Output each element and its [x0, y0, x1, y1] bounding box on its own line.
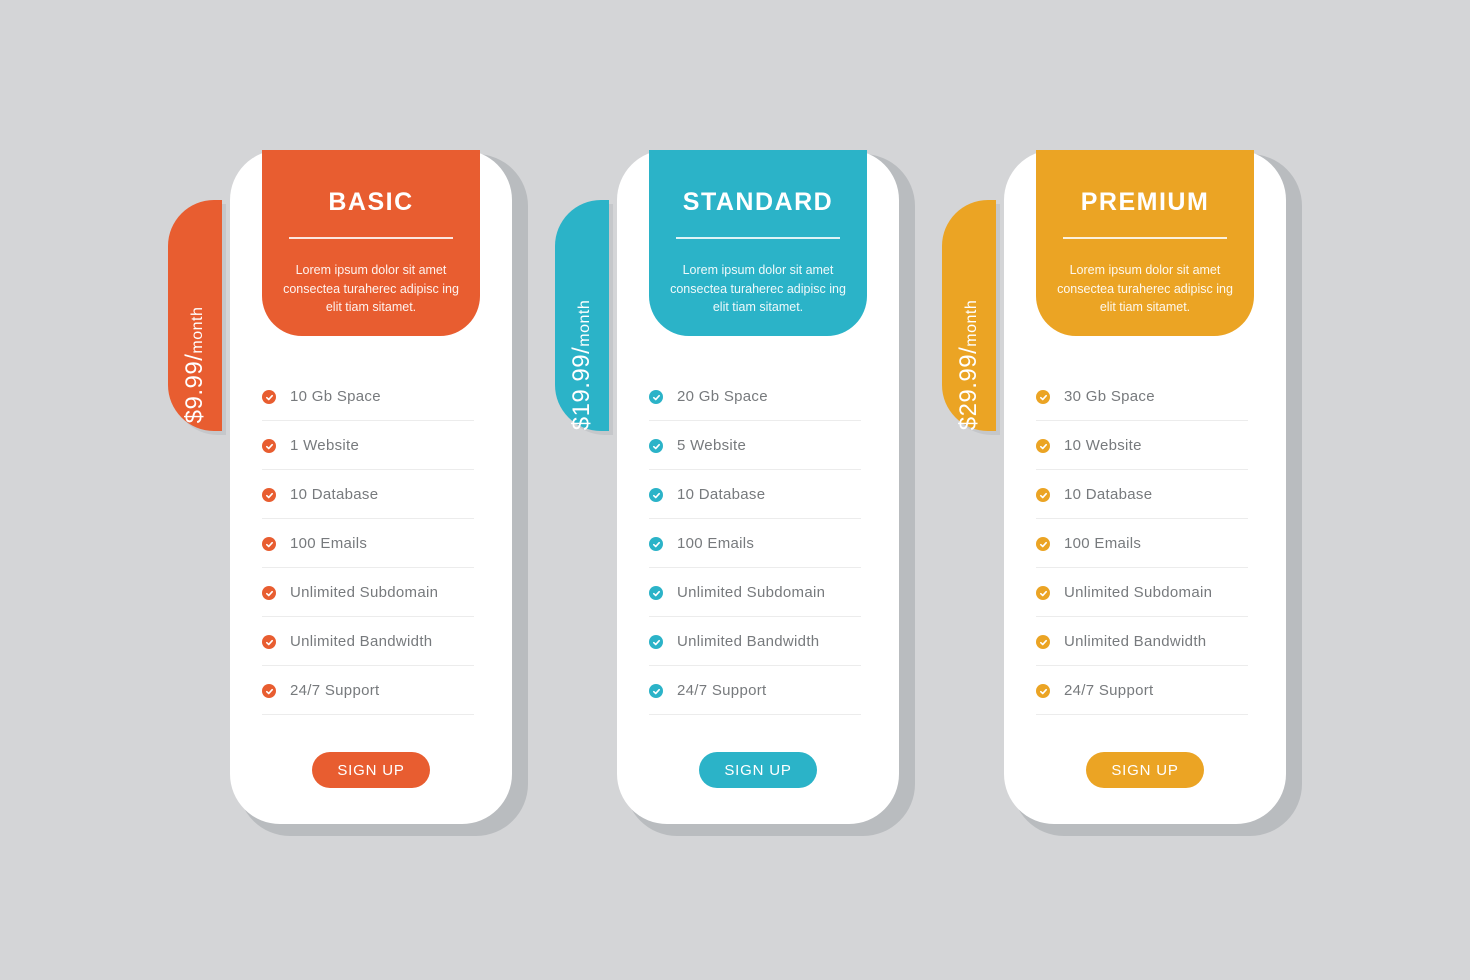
price-period: month: [576, 299, 593, 347]
feature-item: 24/7 Support: [1036, 666, 1248, 715]
feature-list: 30 Gb Space 10 Website 10 Database 100 Emai…: [1036, 372, 1248, 715]
sign-up-button[interactable]: SIGN UP: [1086, 752, 1204, 788]
price: $29.99/ month: [955, 300, 983, 431]
feature-label: 10 Website: [1064, 436, 1142, 454]
feature-item: 10 Database: [262, 470, 474, 519]
header-divider: [676, 237, 840, 239]
feature-label: 100 Emails: [677, 534, 755, 552]
feature-label: 24/7 Support: [677, 681, 767, 699]
plan-description: Lorem ipsum dolor sit amet consectea tur…: [670, 263, 846, 314]
feature-label: Unlimited Bandwidth: [1064, 632, 1207, 650]
feature-label: Unlimited Bandwidth: [677, 632, 820, 650]
feature-item: 100 Emails: [649, 519, 861, 568]
feature-item: 30 Gb Space: [1036, 372, 1248, 421]
feature-label: 24/7 Support: [290, 681, 380, 699]
header-divider: [289, 237, 453, 239]
plan-card-standard: $19.99/ month STANDARD Lorem ipsum dolor…: [555, 150, 915, 840]
feature-item: Unlimited Subdomain: [649, 568, 861, 617]
feature-label: Unlimited Subdomain: [1064, 583, 1213, 601]
feature-item: 24/7 Support: [649, 666, 861, 715]
feature-item: Unlimited Bandwidth: [1036, 617, 1248, 666]
feature-item: 10 Gb Space: [262, 372, 474, 421]
sign-up-button[interactable]: SIGN UP: [699, 752, 817, 788]
check-circle-icon: [1036, 390, 1050, 404]
feature-item: 10 Database: [1036, 470, 1248, 519]
feature-label: 10 Database: [290, 485, 379, 503]
check-circle-icon: [262, 684, 276, 698]
sign-up-button[interactable]: SIGN UP: [312, 752, 430, 788]
plan-header: STANDARD Lorem ipsum dolor sit amet cons…: [649, 150, 867, 336]
plan-description: Lorem ipsum dolor sit amet consectea tur…: [283, 263, 459, 314]
plan-name: BASIC: [328, 188, 414, 216]
check-circle-icon: [649, 635, 663, 649]
feature-item: Unlimited Subdomain: [262, 568, 474, 617]
feature-label: 10 Gb Space: [290, 387, 381, 405]
feature-label: Unlimited Subdomain: [290, 583, 439, 601]
feature-label: 5 Website: [677, 436, 747, 454]
feature-item: Unlimited Bandwidth: [649, 617, 861, 666]
check-circle-icon: [262, 390, 276, 404]
check-circle-icon: [649, 439, 663, 453]
feature-label: 100 Emails: [290, 534, 368, 552]
feature-label: Unlimited Subdomain: [677, 583, 826, 601]
feature-list: 10 Gb Space 1 Website 10 Database 100 Email…: [262, 372, 474, 715]
feature-item: Unlimited Bandwidth: [262, 617, 474, 666]
feature-item: 1 Website: [262, 421, 474, 470]
price-amount: $19.99/: [568, 346, 595, 431]
check-circle-icon: [262, 586, 276, 600]
price-tab: $9.99/ month: [168, 200, 222, 431]
plan-card-premium: $29.99/ month PREMIUM Lorem ipsum dolor …: [942, 150, 1302, 840]
plan-name: STANDARD: [682, 188, 834, 216]
plan-name: PREMIUM: [1080, 188, 1210, 216]
plan-description: Lorem ipsum dolor sit amet consectea tur…: [1057, 263, 1233, 314]
price-amount: $29.99/: [955, 346, 982, 431]
feature-list: 20 Gb Space 5 Website 10 Database 100 Email…: [649, 372, 861, 715]
price-amount: $9.99/: [181, 353, 208, 424]
feature-label: 20 Gb Space: [677, 387, 768, 405]
check-circle-icon: [262, 488, 276, 502]
check-circle-icon: [1036, 488, 1050, 502]
feature-label: Unlimited Bandwidth: [290, 632, 433, 650]
check-circle-icon: [1036, 635, 1050, 649]
feature-label: 10 Database: [1064, 485, 1153, 503]
price-period: month: [963, 299, 980, 347]
price: $9.99/ month: [181, 307, 209, 424]
check-circle-icon: [1036, 586, 1050, 600]
check-circle-icon: [262, 439, 276, 453]
feature-label: 30 Gb Space: [1064, 387, 1155, 405]
feature-item: 5 Website: [649, 421, 861, 470]
check-circle-icon: [1036, 684, 1050, 698]
check-circle-icon: [649, 586, 663, 600]
check-circle-icon: [1036, 439, 1050, 453]
feature-item: 100 Emails: [262, 519, 474, 568]
feature-label: 24/7 Support: [1064, 681, 1154, 699]
price-tab: $29.99/ month: [942, 200, 996, 431]
header-divider: [1063, 237, 1227, 239]
plan-header: BASIC Lorem ipsum dolor sit amet consect…: [262, 150, 480, 336]
feature-label: 1 Website: [290, 436, 360, 454]
check-circle-icon: [262, 635, 276, 649]
feature-item: 20 Gb Space: [649, 372, 861, 421]
check-circle-icon: [649, 390, 663, 404]
feature-item: 10 Website: [1036, 421, 1248, 470]
check-circle-icon: [262, 537, 276, 551]
check-circle-icon: [649, 488, 663, 502]
check-circle-icon: [649, 684, 663, 698]
plan-card-basic: $9.99/ month BASIC Lorem ipsum dolor sit…: [168, 150, 528, 840]
feature-item: 100 Emails: [1036, 519, 1248, 568]
feature-item: 24/7 Support: [262, 666, 474, 715]
price-tab: $19.99/ month: [555, 200, 609, 431]
price: $19.99/ month: [568, 300, 596, 431]
check-circle-icon: [1036, 537, 1050, 551]
feature-item: 10 Database: [649, 470, 861, 519]
feature-label: 100 Emails: [1064, 534, 1142, 552]
price-period: month: [189, 306, 206, 354]
plan-header: PREMIUM Lorem ipsum dolor sit amet conse…: [1036, 150, 1254, 336]
feature-label: 10 Database: [677, 485, 766, 503]
feature-item: Unlimited Subdomain: [1036, 568, 1248, 617]
check-circle-icon: [649, 537, 663, 551]
